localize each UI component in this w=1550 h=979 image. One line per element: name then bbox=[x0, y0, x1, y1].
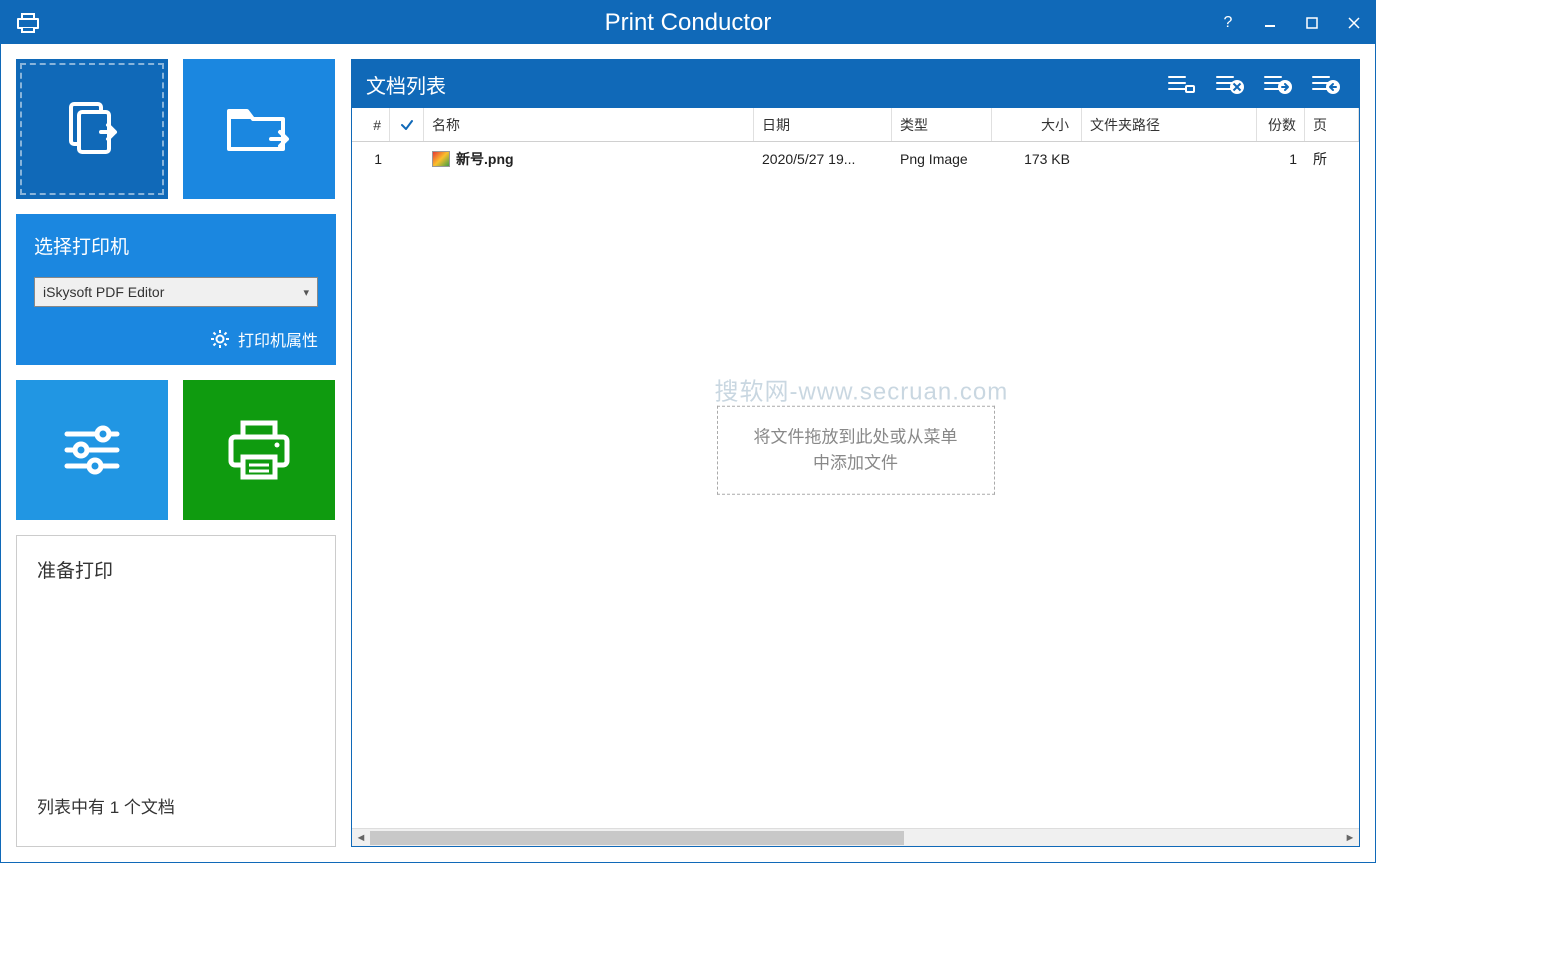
col-page[interactable]: 页 bbox=[1305, 108, 1359, 141]
col-copies[interactable]: 份数 bbox=[1257, 108, 1305, 141]
table-header: # 名称 日期 类型 大小 文件夹路径 份数 页 bbox=[352, 108, 1359, 142]
filter-list-button[interactable] bbox=[1163, 69, 1201, 99]
scroll-track[interactable] bbox=[370, 829, 1341, 847]
status-title: 准备打印 bbox=[37, 556, 315, 583]
col-name[interactable]: 名称 bbox=[424, 108, 754, 141]
col-check[interactable] bbox=[390, 108, 424, 141]
printer-panel: 选择打印机 iSkysoft PDF Editor ▾ 打印机属性 bbox=[16, 214, 336, 365]
col-path[interactable]: 文件夹路径 bbox=[1082, 108, 1257, 141]
content-panel: 文档列表 # bbox=[351, 59, 1360, 847]
table-row[interactable]: 1 新号.png 2020/5/27 19... Png Image 173 K… bbox=[352, 142, 1359, 176]
table-container: # 名称 日期 类型 大小 文件夹路径 份数 页 1 新号.png 20 bbox=[352, 108, 1359, 828]
close-button[interactable] bbox=[1333, 1, 1375, 44]
list-header-actions bbox=[1163, 69, 1345, 99]
status-panel: 准备打印 列表中有 1 个文档 bbox=[16, 535, 336, 847]
printer-icon bbox=[223, 417, 295, 483]
cell-page: 所 bbox=[1305, 149, 1359, 169]
chevron-down-icon: ▾ bbox=[303, 286, 309, 299]
printer-select[interactable]: iSkysoft PDF Editor ▾ bbox=[34, 277, 318, 307]
tile-row-2 bbox=[16, 380, 336, 520]
status-sub: 列表中有 1 个文档 bbox=[37, 793, 315, 818]
cell-name: 新号.png bbox=[424, 149, 754, 169]
col-type[interactable]: 类型 bbox=[892, 108, 992, 141]
help-button[interactable]: ? bbox=[1207, 1, 1249, 44]
list-title: 文档列表 bbox=[366, 70, 446, 99]
watermark: 搜软网-www.secruan.com bbox=[715, 372, 1009, 407]
scroll-thumb[interactable] bbox=[370, 831, 904, 845]
printer-properties-link[interactable]: 打印机属性 bbox=[34, 327, 318, 351]
titlebar: Print Conductor ? bbox=[1, 1, 1375, 44]
dropzone-line2: 中添加文件 bbox=[754, 450, 958, 476]
add-files-button[interactable] bbox=[16, 59, 168, 199]
import-list-button[interactable] bbox=[1307, 69, 1345, 99]
col-date[interactable]: 日期 bbox=[754, 108, 892, 141]
app-title: Print Conductor bbox=[605, 9, 772, 37]
window-controls: ? bbox=[1207, 1, 1375, 44]
col-size[interactable]: 大小 bbox=[992, 108, 1082, 141]
export-list-button[interactable] bbox=[1259, 69, 1297, 99]
cell-date: 2020/5/27 19... bbox=[754, 151, 892, 167]
sliders-icon bbox=[57, 420, 127, 480]
sidebar: 选择打印机 iSkysoft PDF Editor ▾ 打印机属性 bbox=[16, 59, 336, 847]
start-print-button[interactable] bbox=[183, 380, 335, 520]
add-folder-button[interactable] bbox=[183, 59, 335, 199]
tile-row-1 bbox=[16, 59, 336, 199]
cell-copies: 1 bbox=[1257, 151, 1305, 167]
file-type-icon bbox=[432, 151, 450, 167]
dropzone-line1: 将文件拖放到此处或从菜单 bbox=[754, 425, 958, 451]
check-icon bbox=[400, 118, 414, 132]
list-header: 文档列表 bbox=[352, 60, 1359, 108]
cell-number: 1 bbox=[352, 151, 390, 167]
main-area: 选择打印机 iSkysoft PDF Editor ▾ 打印机属性 bbox=[1, 44, 1375, 862]
cell-type: Png Image bbox=[892, 151, 992, 167]
printer-panel-title: 选择打印机 bbox=[34, 232, 318, 259]
horizontal-scrollbar[interactable]: ◄ ► bbox=[352, 828, 1359, 846]
minimize-button[interactable] bbox=[1249, 1, 1291, 44]
printer-properties-label: 打印机属性 bbox=[238, 327, 318, 351]
app-icon bbox=[15, 11, 41, 35]
settings-button[interactable] bbox=[16, 380, 168, 520]
remove-item-button[interactable] bbox=[1211, 69, 1249, 99]
scroll-right-button[interactable]: ► bbox=[1341, 829, 1359, 847]
cell-name-text: 新号.png bbox=[456, 149, 514, 169]
cell-size: 173 KB bbox=[992, 151, 1082, 167]
add-files-icon bbox=[57, 94, 127, 164]
printer-select-value: iSkysoft PDF Editor bbox=[43, 284, 164, 300]
gear-icon bbox=[210, 329, 230, 349]
dropzone[interactable]: 将文件拖放到此处或从菜单 中添加文件 bbox=[717, 406, 995, 495]
maximize-button[interactable] bbox=[1291, 1, 1333, 44]
col-number[interactable]: # bbox=[352, 108, 390, 141]
add-folder-icon bbox=[223, 99, 295, 159]
scroll-left-button[interactable]: ◄ bbox=[352, 829, 370, 847]
